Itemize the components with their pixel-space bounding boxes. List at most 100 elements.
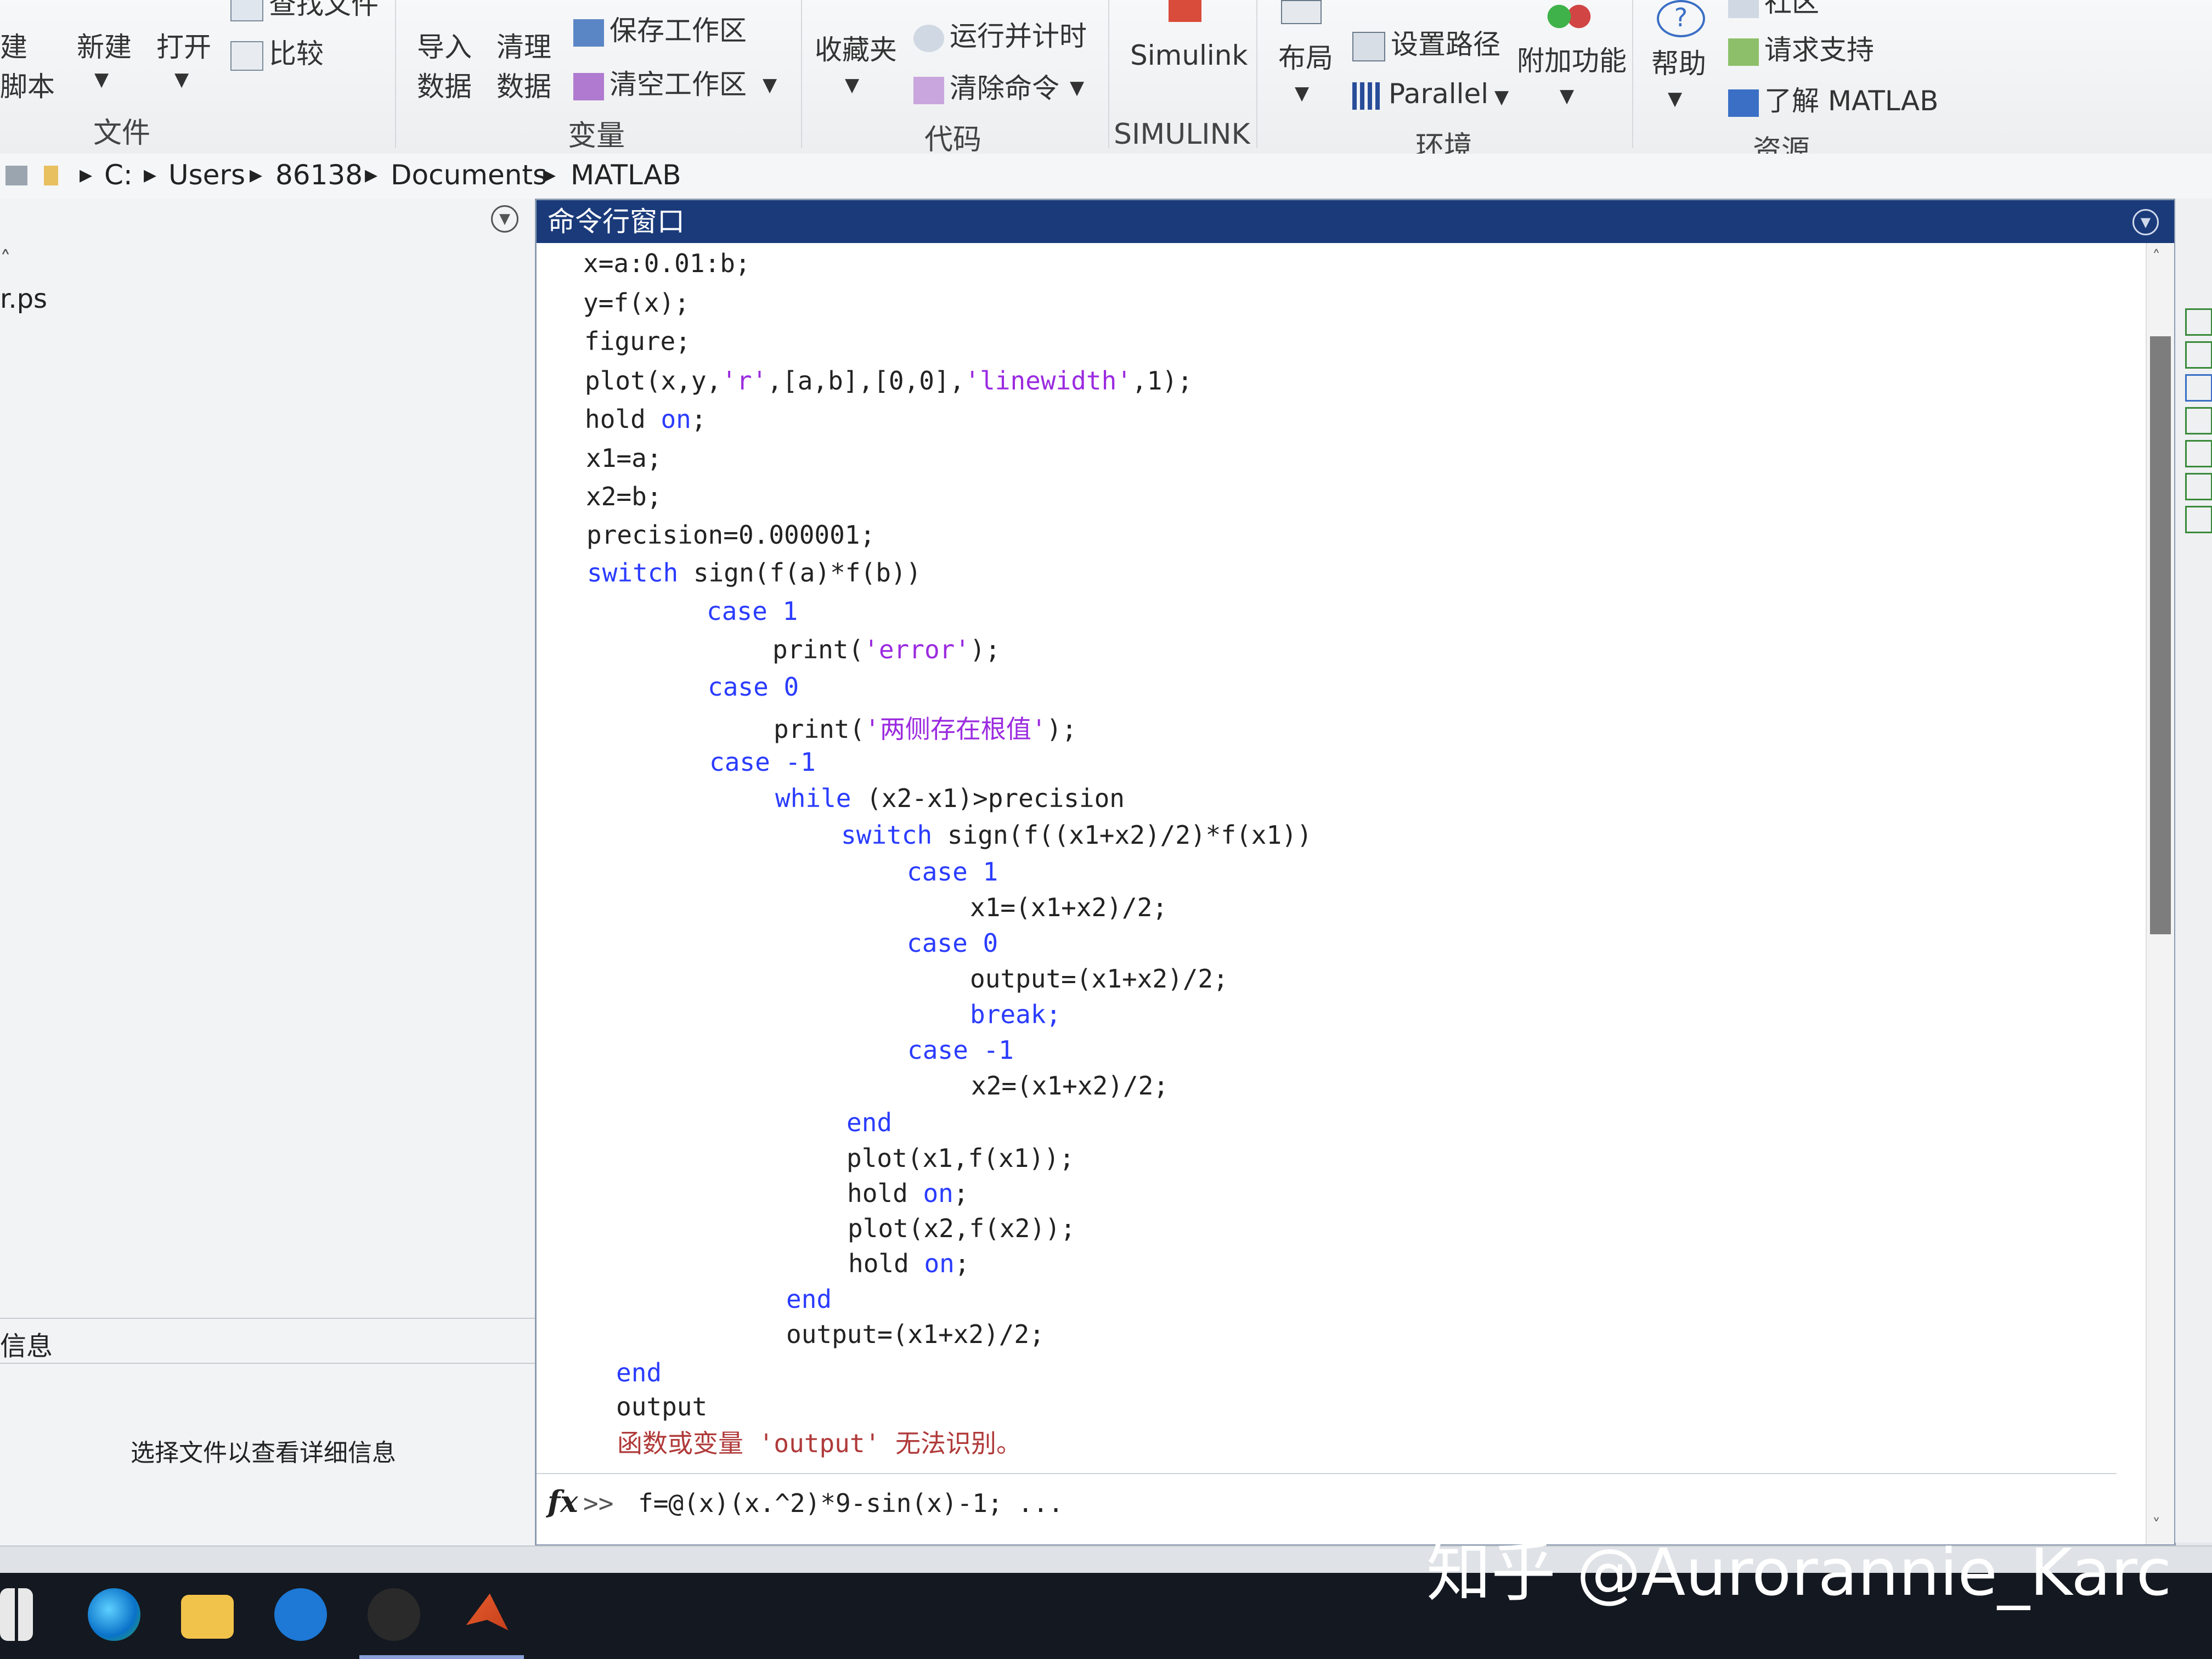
- breadcrumb-users[interactable]: Users: [168, 159, 245, 191]
- grid-icon: [2185, 374, 2212, 402]
- code-line: case -1: [907, 1035, 1014, 1065]
- save-workspace-button[interactable]: 保存工作区: [573, 11, 747, 50]
- clean-data-button[interactable]: 清理 数据: [496, 27, 551, 106]
- code-line: y=f(x);: [583, 288, 690, 318]
- import-data-button[interactable]: 导入 数据: [417, 27, 472, 106]
- code-line: print('error');: [772, 635, 1001, 664]
- breadcrumb-documents[interactable]: Documents: [391, 159, 547, 191]
- set-path-button[interactable]: 设置路径: [1352, 25, 1500, 64]
- code-line: output: [616, 1392, 708, 1421]
- app-icon[interactable]: [368, 1588, 420, 1641]
- grid-icon: [2185, 506, 2212, 533]
- workspace-panel-edge: [2175, 199, 2212, 1543]
- compare-label: 比较: [269, 38, 324, 70]
- clear-commands-chevron-down-icon[interactable]: ▼: [1070, 77, 1084, 99]
- chevron-right-icon: ▶: [144, 166, 157, 185]
- windows-start-icon[interactable]: [0, 1588, 33, 1641]
- code-line: x2=b;: [586, 482, 662, 511]
- code-section-label: 代码: [924, 123, 982, 156]
- scrollbar-thumb[interactable]: [2150, 336, 2171, 934]
- breadcrumb-user[interactable]: 86138: [275, 159, 363, 191]
- code-line: x=a:0.01:b;: [583, 249, 751, 278]
- community-icon: [1728, 0, 1759, 18]
- community-button[interactable]: 社区: [1728, 0, 1819, 22]
- layout-chevron-down-icon[interactable]: ▼: [1295, 82, 1309, 104]
- breadcrumb-matlab[interactable]: MATLAB: [571, 159, 681, 191]
- code-line: precision=0.000001;: [586, 520, 876, 550]
- favorites-label: 收藏夹: [815, 34, 897, 66]
- code-line-plot: plot(x,y,'r',[a,b],[0,0],'linewidth',1);: [585, 366, 1193, 396]
- code-line: case -1: [709, 747, 816, 777]
- addons-button[interactable]: 附加功能: [1517, 41, 1627, 81]
- code-line: end: [847, 1108, 893, 1137]
- run-time-button[interactable]: 运行并计时: [913, 16, 1087, 56]
- open-chevron-down-icon[interactable]: ▼: [174, 69, 189, 91]
- code-line: output=(x1+x2)/2;: [970, 964, 1228, 994]
- clear-workspace-chevron-down-icon[interactable]: ▼: [763, 74, 777, 96]
- new-button[interactable]: 新建: [77, 27, 132, 67]
- addons-chevron-down-icon[interactable]: ▼: [1560, 85, 1574, 107]
- help-button[interactable]: 帮助: [1651, 44, 1706, 83]
- clear-commands-icon: [913, 76, 944, 104]
- code-line: case 1: [907, 857, 998, 887]
- favorites-chevron-down-icon[interactable]: ▼: [845, 74, 859, 96]
- vertical-scrollbar[interactable]: ˄ ˅: [2146, 243, 2174, 1544]
- save-workspace-icon: [573, 19, 604, 47]
- parallel-button[interactable]: Parallel ▼: [1352, 74, 1509, 117]
- clear-workspace-button[interactable]: 清空工作区: [573, 65, 747, 104]
- clear-commands-label: 清除命令: [950, 72, 1059, 104]
- clean-label-2: 数据: [496, 71, 551, 103]
- layout-button[interactable]: 布局: [1278, 38, 1333, 78]
- fx-icon[interactable]: fx: [548, 1484, 578, 1519]
- favorites-button[interactable]: 收藏夹: [815, 30, 897, 70]
- learn-matlab-button[interactable]: 了解 MATLAB: [1728, 81, 1938, 121]
- edge-icon[interactable]: [88, 1588, 140, 1641]
- panel-menu-icon[interactable]: ▼: [491, 205, 518, 233]
- open-button[interactable]: 打开: [156, 27, 211, 67]
- code-line: plot(x2,f(x2));: [848, 1214, 1076, 1243]
- code-line: end: [616, 1358, 662, 1387]
- code-line: plot(x1,f(x1));: [847, 1143, 1075, 1173]
- request-support-icon: [1728, 38, 1759, 66]
- addons-label: 附加功能: [1517, 45, 1627, 77]
- code-line: hold on;: [585, 404, 707, 434]
- grid-icon: [2185, 341, 2212, 369]
- find-files-label: 查找文件: [269, 0, 379, 20]
- code-line: hold on;: [848, 1249, 970, 1278]
- scroll-up-icon[interactable]: ˄: [2152, 247, 2160, 267]
- details-header-label: 信息: [0, 1331, 53, 1362]
- details-hint: 选择文件以查看详细信息: [131, 1439, 396, 1467]
- simulink-button[interactable]: Simulink: [1130, 36, 1248, 75]
- command-window[interactable]: 命令行窗口 ▼ x=a:0.01:b; y=f(x); figure; plot…: [535, 199, 2176, 1546]
- variable-section-label: 变量: [568, 120, 625, 153]
- new-chevron-down-icon[interactable]: ▼: [94, 69, 109, 91]
- divider: [801, 0, 802, 148]
- watermark: 知乎 @Aurorannie_Karc: [1426, 1534, 2172, 1610]
- current-folder-panel: ▼ ˄ r.ps 信息 ⌄ 选择文件以查看详细信息: [0, 199, 567, 1545]
- find-files-icon: [230, 0, 263, 21]
- set-path-icon: [1352, 31, 1385, 61]
- breadcrumb-drive[interactable]: C:: [104, 159, 133, 191]
- ie-icon[interactable]: [274, 1588, 327, 1641]
- chevron-right-icon: ▶: [543, 166, 556, 185]
- code-line: print('两侧存在根值');: [774, 714, 1077, 744]
- error-message: 函数或变量 'output' 无法识别。: [617, 1429, 1022, 1458]
- file-item[interactable]: r.ps: [0, 284, 47, 314]
- clean-label-1: 清理: [496, 31, 551, 63]
- matlab-icon[interactable]: [466, 1593, 509, 1630]
- clear-commands-button[interactable]: 清除命令: [913, 69, 1059, 108]
- file-explorer-icon[interactable]: [181, 1595, 234, 1639]
- help-chevron-down-icon[interactable]: ▼: [1668, 88, 1682, 110]
- compare-button[interactable]: 比较: [230, 34, 324, 74]
- new-script-button[interactable]: 建 脚本: [0, 27, 55, 106]
- request-support-button[interactable]: 请求支持: [1728, 30, 1874, 70]
- command-window-menu-icon[interactable]: ▼: [2132, 209, 2159, 235]
- command-window-title: 命令行窗口: [548, 206, 685, 238]
- find-files-button[interactable]: 查找文件: [230, 0, 379, 24]
- file-section-label: 文件: [93, 117, 151, 150]
- simulink-label: Simulink: [1130, 40, 1248, 71]
- command-input[interactable]: f=@(x)(x.^2)*9-sin(x)-1; ...: [638, 1488, 1063, 1518]
- code-line: x1=(x1+x2)/2;: [970, 893, 1168, 922]
- active-indicator: [359, 1655, 524, 1659]
- help-icon: ?: [1657, 0, 1705, 37]
